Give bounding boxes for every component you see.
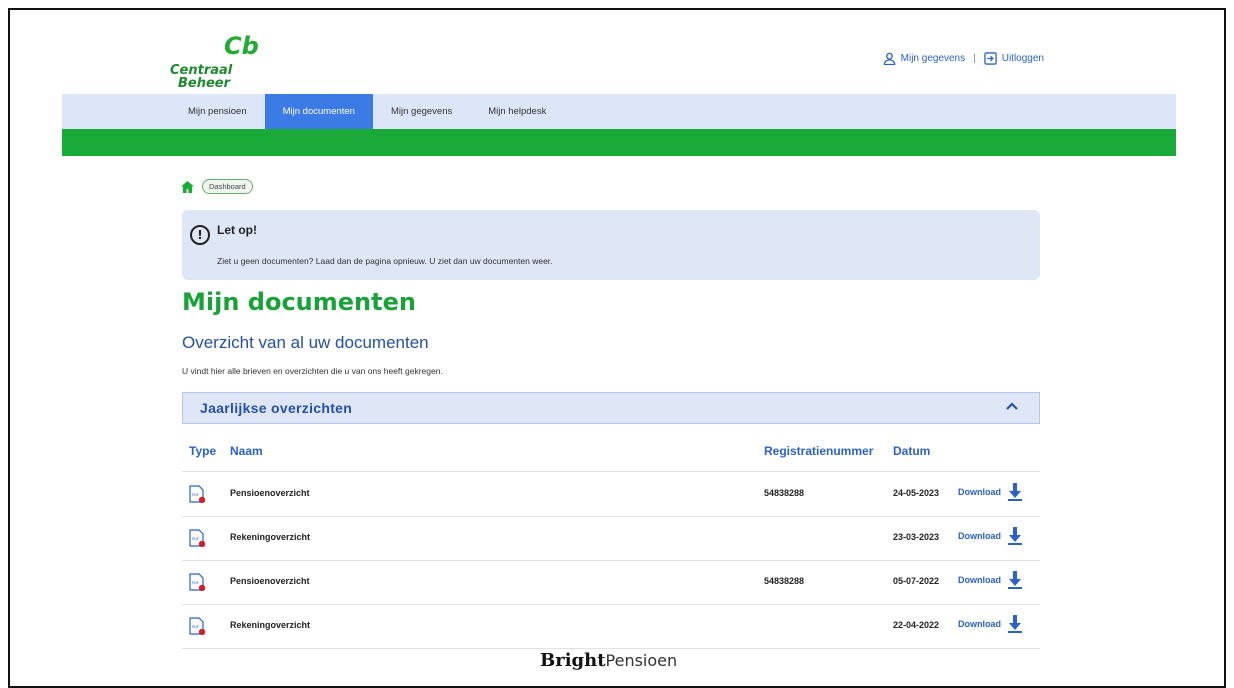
breadcrumb: Dashboard — [181, 179, 253, 194]
svg-text:PDF: PDF — [192, 581, 199, 585]
doc-registration: 54838288 — [764, 576, 805, 586]
download-icon — [1008, 527, 1022, 545]
download-label: Download — [958, 575, 1001, 585]
pdf-icon: PDF — [189, 485, 205, 503]
table-row: PDF Pensioenoverzicht 54838288 24-05-202… — [182, 473, 1040, 517]
accordion-title: Jaarlijkse overzichten — [200, 400, 353, 416]
logout-label: Uitloggen — [1001, 53, 1044, 64]
home-icon[interactable] — [181, 180, 194, 193]
main-nav: Mijn pensioen Mijn documenten Mijn gegev… — [62, 94, 1176, 129]
download-icon — [1008, 483, 1022, 501]
pdf-icon: PDF — [189, 573, 205, 591]
tab-mijn-helpdesk[interactable]: Mijn helpdesk — [470, 94, 564, 129]
doc-date: 05-07-2022 — [893, 576, 940, 586]
footer-brand: BrightPensioen — [540, 650, 677, 671]
alert-icon: ! — [190, 225, 210, 245]
footer-brand-bold: Bright — [540, 650, 606, 671]
my-details-label: Mijn gegevens — [900, 53, 966, 64]
page-subtitle: Overzicht van al uw documenten — [182, 333, 429, 352]
green-banner — [62, 129, 1176, 156]
page-intro: U vindt hier alle brieven en overzichten… — [182, 366, 443, 376]
my-details-link[interactable]: Mijn gegevens — [883, 52, 965, 65]
tab-mijn-documenten[interactable]: Mijn documenten — [264, 94, 373, 129]
download-icon — [1008, 571, 1022, 589]
doc-registration: 54838288 — [764, 488, 805, 498]
pdf-icon: PDF — [189, 529, 205, 547]
svg-text:PDF: PDF — [192, 537, 199, 541]
table-row: PDF Rekeningoverzicht 23-03-2023 Downloa… — [182, 517, 1040, 561]
download-icon — [1008, 615, 1022, 633]
logout-link[interactable]: Uitloggen — [984, 52, 1044, 65]
notice-panel: ! Let op! Ziet u geen documenten? Laad d… — [182, 210, 1040, 280]
col-type: Type — [189, 444, 217, 458]
notice-message: Ziet u geen documenten? Laad dan de pagi… — [217, 256, 553, 266]
account-links: Mijn gegevens | Uitloggen — [883, 52, 1044, 65]
logo-text-line2: Beheer — [178, 76, 231, 91]
download-label: Download — [958, 531, 1001, 541]
col-registratie: Registratienummer — [764, 444, 874, 458]
doc-name: Pensioenoverzicht — [230, 488, 310, 498]
breadcrumb-dashboard[interactable]: Dashboard — [202, 179, 253, 194]
download-button[interactable]: Download — [958, 615, 1023, 633]
col-datum: Datum — [893, 444, 931, 458]
header-separator: | — [973, 53, 976, 64]
col-naam: Naam — [230, 444, 263, 458]
download-label: Download — [958, 487, 1001, 497]
accordion-header[interactable]: Jaarlijkse overzichten — [182, 392, 1040, 424]
logo-mark: Cb — [224, 32, 259, 60]
download-button[interactable]: Download — [958, 571, 1023, 589]
doc-name: Rekeningoverzicht — [230, 620, 311, 630]
download-label: Download — [958, 619, 1001, 629]
footer-brand-rest: Pensioen — [605, 651, 678, 670]
tab-mijn-gegevens[interactable]: Mijn gegevens — [373, 94, 470, 129]
svg-text:PDF: PDF — [192, 493, 199, 497]
svg-text:PDF: PDF — [192, 625, 199, 629]
notice-title: Let op! — [217, 223, 257, 237]
download-button[interactable]: Download — [958, 527, 1023, 545]
download-button[interactable]: Download — [958, 483, 1023, 501]
centraal-beheer-logo[interactable]: Cb Centraal Beheer — [168, 28, 259, 91]
user-icon — [883, 52, 895, 65]
doc-date: 23-03-2023 — [893, 532, 940, 542]
doc-date: 22-04-2022 — [893, 620, 940, 630]
chevron-up-icon[interactable] — [1005, 401, 1019, 411]
doc-name: Pensioenoverzicht — [230, 576, 310, 586]
page-title: Mijn documenten — [182, 288, 416, 316]
doc-name: Rekeningoverzicht — [230, 532, 311, 542]
tab-mijn-pensioen[interactable]: Mijn pensioen — [170, 94, 265, 129]
table-row: PDF Rekeningoverzicht 22-04-2022 Downloa… — [182, 605, 1040, 649]
pdf-icon: PDF — [189, 617, 205, 635]
logout-icon — [984, 52, 997, 65]
table-row: PDF Pensioenoverzicht 54838288 05-07-202… — [182, 561, 1040, 605]
doc-date: 24-05-2023 — [893, 488, 940, 498]
table-header: Type Naam Registratienummer Datum — [182, 444, 1040, 472]
